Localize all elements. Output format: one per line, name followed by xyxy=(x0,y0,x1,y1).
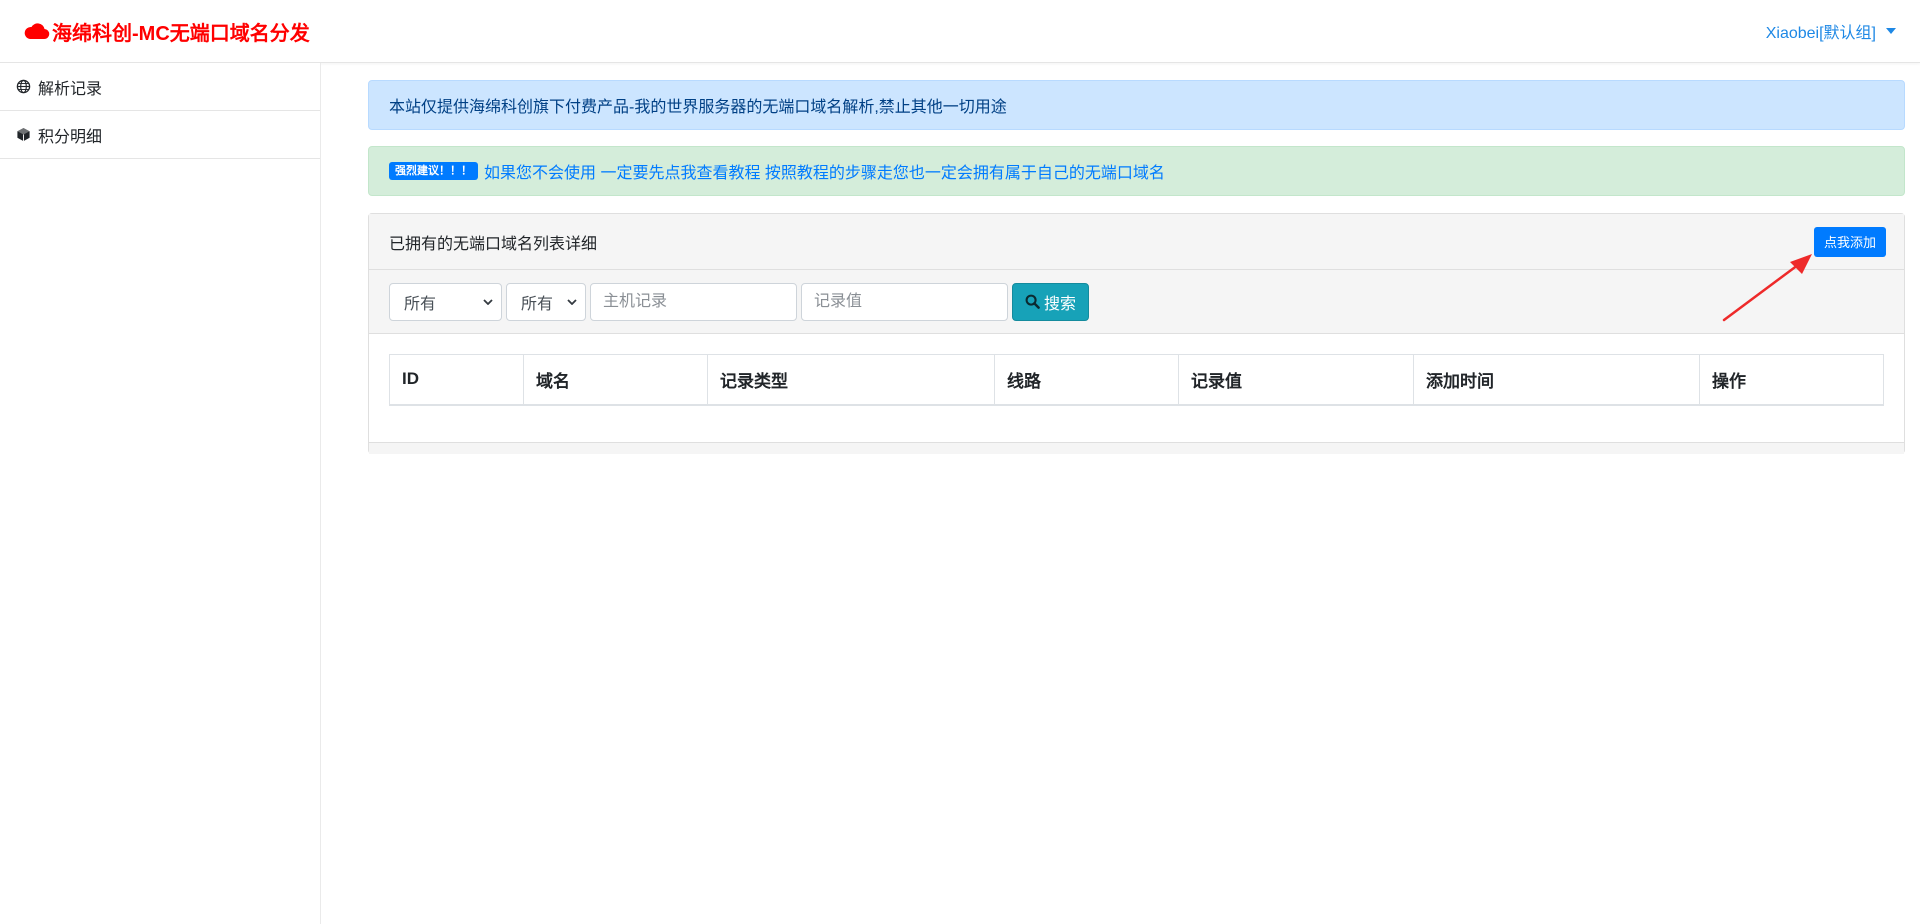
strong-suggestion-badge: 强烈建议！！！ xyxy=(389,162,478,180)
cube-icon xyxy=(16,127,32,143)
table-header-row: ID 域名 记录类型 线路 记录值 添加时间 操作 xyxy=(389,354,1884,406)
sidebar: 解析记录 积分明细 xyxy=(0,63,321,924)
type-select[interactable]: 所有 xyxy=(389,282,502,321)
column-header-record-value[interactable]: 记录值 xyxy=(1178,354,1414,406)
sidebar-item-label: 解析记录 xyxy=(38,80,103,98)
line-select[interactable]: 所有 xyxy=(506,282,586,321)
user-dropdown[interactable]: Xiaobei[默认组] xyxy=(1766,19,1896,43)
card-footer xyxy=(369,441,1904,454)
domain-list-card: 已拥有的无端口域名列表详细 点我添加 所有 所有 搜索 xyxy=(368,213,1905,454)
card-header: 已拥有的无端口域名列表详细 点我添加 xyxy=(369,214,1904,270)
filter-bar: 所有 所有 搜索 xyxy=(369,270,1904,334)
add-record-button[interactable]: 点我添加 xyxy=(1813,226,1886,257)
column-header-actions[interactable]: 操作 xyxy=(1699,354,1884,406)
column-header-record-type[interactable]: 记录类型 xyxy=(707,354,995,406)
search-button[interactable]: 搜索 xyxy=(1012,282,1090,321)
table-wrapper: ID 域名 记录类型 线路 记录值 添加时间 操作 xyxy=(369,334,1904,406)
user-label: Xiaobei[默认组] xyxy=(1765,25,1876,42)
brand[interactable]: 海绵科创-MC无端口域名分发 xyxy=(24,17,310,46)
host-record-input[interactable] xyxy=(590,282,797,321)
type-select-value: 所有 xyxy=(404,295,437,313)
search-button-label: 搜索 xyxy=(1044,295,1077,313)
cloud-icon xyxy=(24,23,50,40)
globe-icon xyxy=(16,79,32,95)
tutorial-link[interactable]: 如果您不会使用 一定要先点我查看教程 按照教程的步骤走您也一定会拥有属于自己的无… xyxy=(484,159,1165,183)
line-select-value: 所有 xyxy=(521,295,554,313)
card-title: 已拥有的无端口域名列表详细 xyxy=(389,235,598,253)
column-header-line[interactable]: 线路 xyxy=(994,354,1179,406)
info-alert-text: 本站仅提供海绵科创旗下付费产品-我的世界服务器的无端口域名解析,禁止其他一切用途 xyxy=(389,99,1007,116)
brand-title: 海绵科创-MC无端口域名分发 xyxy=(52,22,310,45)
chevron-down-icon xyxy=(567,298,577,305)
sidebar-item-label: 积分明细 xyxy=(38,128,103,146)
main-content: 本站仅提供海绵科创旗下付费产品-我的世界服务器的无端口域名解析,禁止其他一切用途… xyxy=(368,80,1905,454)
column-header-domain[interactable]: 域名 xyxy=(523,354,708,406)
records-table: ID 域名 记录类型 线路 记录值 添加时间 操作 xyxy=(389,354,1884,406)
tutorial-alert: 强烈建议！！！ 如果您不会使用 一定要先点我查看教程 按照教程的步骤走您也一定会… xyxy=(368,146,1905,196)
column-header-added-time[interactable]: 添加时间 xyxy=(1413,354,1700,406)
top-navbar: 海绵科创-MC无端口域名分发 Xiaobei[默认组] xyxy=(0,0,1920,63)
record-value-input[interactable] xyxy=(801,282,1008,321)
sidebar-item-points[interactable]: 积分明细 xyxy=(0,111,320,159)
sidebar-item-records[interactable]: 解析记录 xyxy=(0,63,320,111)
column-header-id[interactable]: ID xyxy=(389,354,524,406)
info-alert: 本站仅提供海绵科创旗下付费产品-我的世界服务器的无端口域名解析,禁止其他一切用途 xyxy=(368,80,1905,130)
caret-down-icon xyxy=(1886,28,1896,34)
chevron-down-icon xyxy=(483,298,493,305)
search-icon xyxy=(1025,294,1040,309)
